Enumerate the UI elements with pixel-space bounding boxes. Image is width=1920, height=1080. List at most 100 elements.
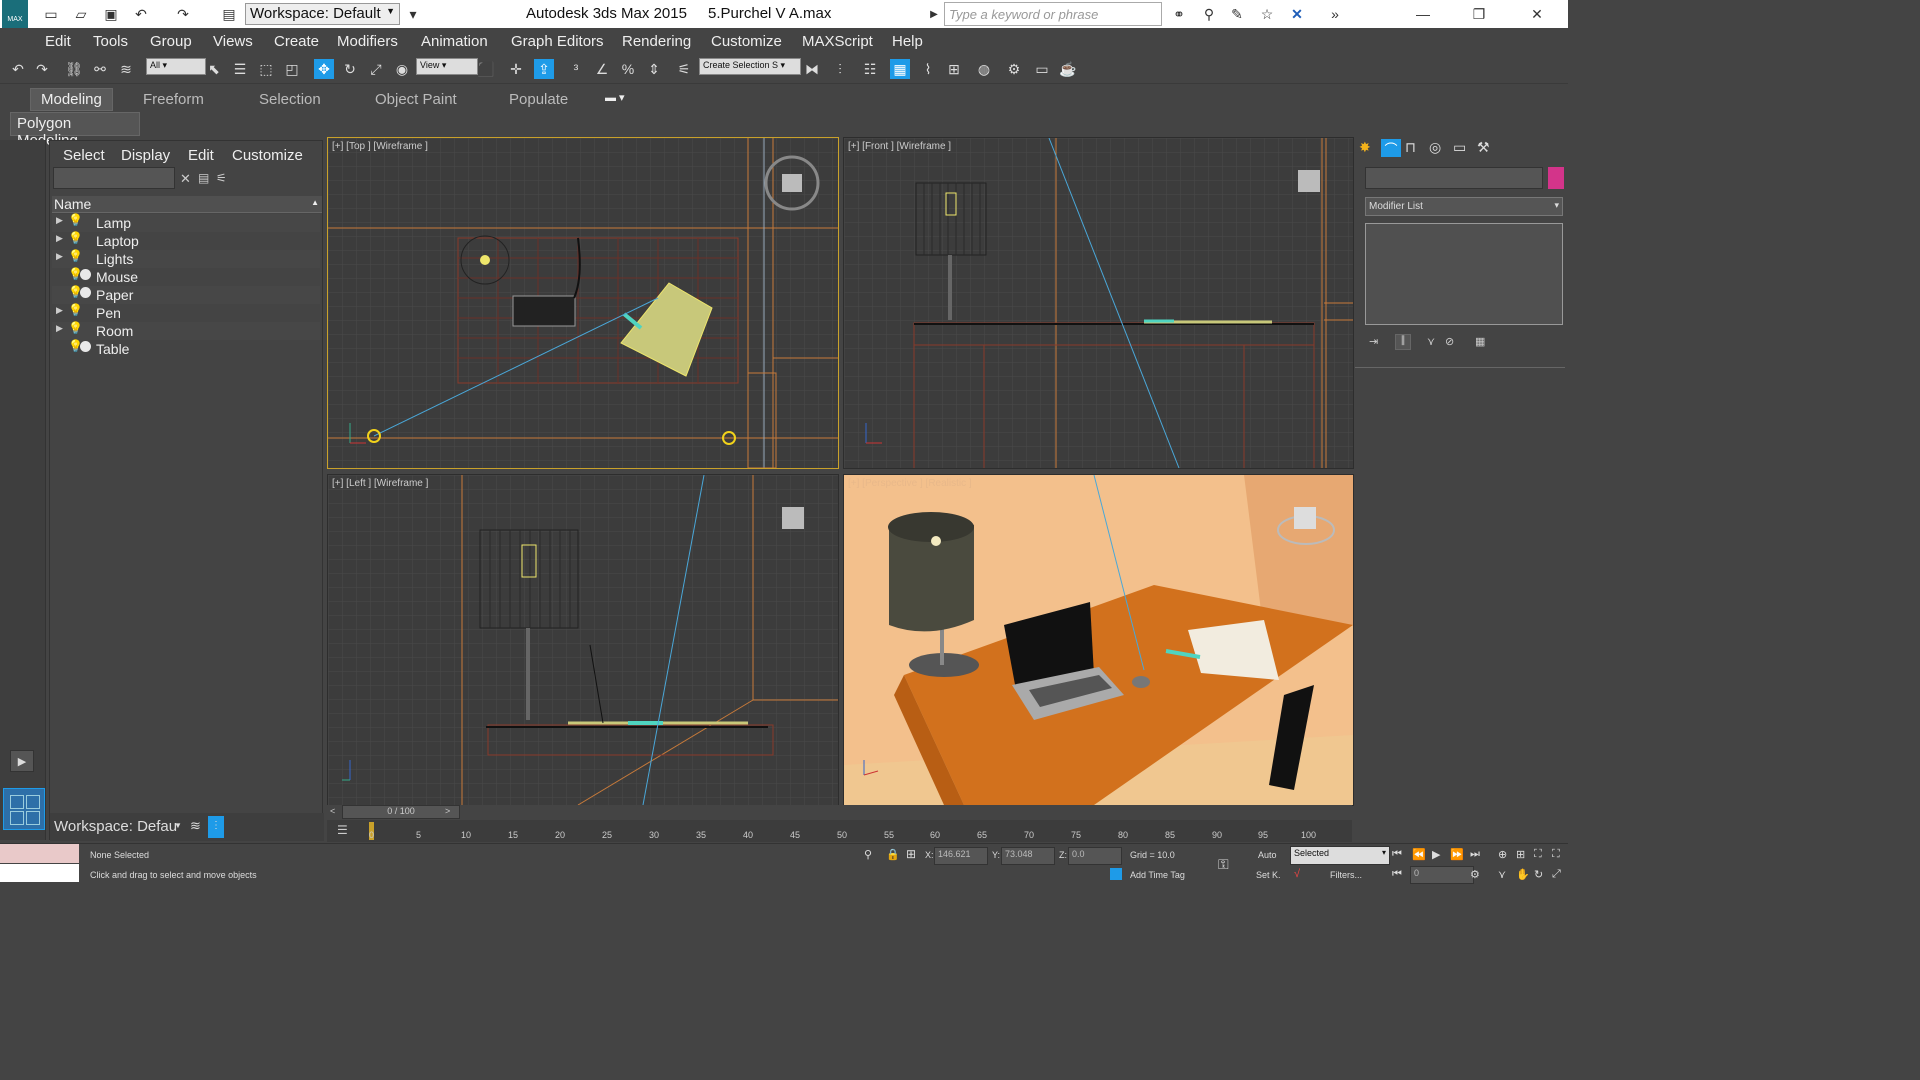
list-item[interactable]: 💡 Table <box>52 339 320 358</box>
object-color-swatch[interactable] <box>1548 167 1564 189</box>
clear-search-icon[interactable]: ✕ <box>180 171 191 187</box>
modify-tab-icon[interactable]: ⌒ <box>1381 139 1401 157</box>
viewport-front[interactable]: [+] [Front ] [Wireframe ] <box>843 137 1354 469</box>
layer-explorer-icon[interactable]: ☷ <box>860 59 880 79</box>
hierarchy-tab-icon[interactable]: ⊓ <box>1405 139 1416 156</box>
viewport-label[interactable]: [+] [Front ] [Wireframe ] <box>848 141 951 152</box>
expand-icon[interactable]: ▶ <box>56 251 63 262</box>
find-icon[interactable]: ▤ <box>198 171 209 185</box>
align-icon[interactable]: ⫶ <box>830 59 850 79</box>
expand-arrow-icon[interactable]: ▶ <box>925 5 943 23</box>
list-item[interactable]: ▶ 💡 Laptop <box>52 231 320 250</box>
light-bulb-icon[interactable]: 💡 <box>68 231 83 245</box>
menu-group[interactable]: Group <box>150 33 192 50</box>
edit-named-selection-icon[interactable]: ⚟ <box>674 59 694 79</box>
search-input[interactable]: Type a keyword or phrase <box>944 2 1162 26</box>
key-filters-button[interactable]: Filters... <box>1330 870 1362 880</box>
selection-filter-dropdown[interactable]: All ▾ <box>146 58 206 75</box>
zoom-icon[interactable]: ⊕ <box>1498 848 1507 861</box>
goto-start-icon[interactable]: ⏮ <box>1392 848 1402 861</box>
tab-selection[interactable]: Selection <box>259 91 321 108</box>
menu-rendering[interactable]: Rendering <box>622 33 691 50</box>
zoom-extents-all-icon[interactable]: ⛶ <box>1552 848 1560 861</box>
viewport-top[interactable]: [+] [Top ] [Wireframe ] <box>327 137 839 469</box>
move-icon[interactable]: ✥ <box>314 59 334 79</box>
prev-frame-arrow[interactable]: < <box>330 806 335 816</box>
time-config-icon[interactable]: ⚙ <box>1470 868 1480 881</box>
explorer-column-name[interactable]: Name ▲ <box>52 196 322 213</box>
viewport-label[interactable]: [+] [Left ] [Wireframe ] <box>332 478 428 489</box>
layers-icon[interactable]: ≋ <box>190 818 201 834</box>
transform-mode-icon[interactable]: ⊞ <box>906 847 916 861</box>
render-setup-icon[interactable]: ⚙ <box>1004 59 1024 79</box>
hierarchy-icon[interactable]: ⋮ <box>208 816 224 838</box>
key-mode-toggle-icon[interactable]: ⏮ <box>1392 868 1402 881</box>
tab-object-paint[interactable]: Object Paint <box>375 91 457 108</box>
spinner-snap-icon[interactable]: ⇕ <box>644 59 664 79</box>
chevron-down-icon[interactable]: ▼ <box>174 821 182 830</box>
new-scene-icon[interactable]: ▭ <box>42 5 60 23</box>
snaps-toggle-icon[interactable]: ³ <box>566 59 586 79</box>
menu-maxscript[interactable]: MAXScript <box>802 33 873 50</box>
key-filter-dropdown[interactable]: Selected ▾ <box>1290 846 1390 865</box>
goto-end-icon[interactable]: ⏭ <box>1470 848 1480 861</box>
maxscript-listener[interactable] <box>0 844 79 863</box>
expand-icon[interactable]: ▶ <box>56 215 63 226</box>
isolate-icon[interactable]: ⚲ <box>864 848 872 861</box>
key-icon[interactable]: ⚿ <box>1218 856 1229 873</box>
explorer-workspace-dropdown[interactable]: Workspace: Defau ▼ ≋ ⋮ <box>50 813 324 841</box>
list-item[interactable]: 💡 Mouse <box>52 267 320 286</box>
bind-spacewarp-icon[interactable]: ≋ <box>116 59 136 79</box>
menu-views[interactable]: Views <box>213 33 253 50</box>
explorer-search-input[interactable] <box>53 167 175 189</box>
key-tool-icon[interactable]: ⚲ <box>1200 5 1218 23</box>
redo-icon[interactable]: ↷ <box>174 5 192 23</box>
next-frame-arrow[interactable]: > <box>445 806 450 816</box>
ribbon-options-icon[interactable]: ▬ ▾ <box>605 91 625 104</box>
pivot-center-icon[interactable]: ⬛ <box>476 59 496 79</box>
place-icon[interactable]: ◉ <box>392 59 412 79</box>
minimize-icon[interactable]: — <box>1414 5 1432 23</box>
list-item[interactable]: ▶ 💡 Lights <box>52 249 320 268</box>
percent-snap-icon[interactable]: % <box>618 59 638 79</box>
make-unique-icon[interactable]: ⋎ <box>1427 335 1435 348</box>
expand-icon[interactable]: ▶ <box>56 323 63 334</box>
modifier-list-dropdown[interactable]: Modifier List ▾ <box>1365 197 1563 216</box>
menu-create[interactable]: Create <box>274 33 319 50</box>
maxscript-input[interactable] <box>0 864 79 882</box>
zoom-extents-icon[interactable]: ⛶ <box>1534 848 1542 861</box>
menu-customize[interactable]: Customize <box>711 33 782 50</box>
unlink-icon[interactable]: ⚯ <box>90 59 110 79</box>
viewport-perspective[interactable]: [+] [Perspective ] [Realistic ] <box>843 474 1354 806</box>
tab-modeling[interactable]: Modeling <box>30 88 113 111</box>
time-slider-handle[interactable]: 0 / 100 <box>342 805 460 819</box>
mirror-icon[interactable]: ⧓ <box>802 59 822 79</box>
motion-tab-icon[interactable]: ◎ <box>1429 139 1441 156</box>
expand-icon[interactable]: ▶ <box>56 305 63 316</box>
undo-icon[interactable]: ↶ <box>132 5 150 23</box>
panel-polygon-modeling[interactable]: Polygon Modeling <box>10 112 140 149</box>
fov-icon[interactable]: ⋎ <box>1498 868 1506 881</box>
x-coordinate-field[interactable]: 146.621 <box>934 847 988 865</box>
orbit-icon[interactable]: ↻ <box>1534 868 1543 881</box>
workspace-dropdown[interactable]: Workspace: Default ▼ <box>245 3 400 25</box>
menu-tools[interactable]: Tools <box>93 33 128 50</box>
pin-stack-icon[interactable]: ⇥ <box>1369 335 1378 348</box>
scene-explorer-icon[interactable]: ▦ <box>890 59 910 79</box>
menu-edit[interactable]: Edit <box>45 33 71 50</box>
configure-sets-icon[interactable]: ▦ <box>1475 335 1485 348</box>
menu-graph-editors[interactable]: Graph Editors <box>511 33 604 50</box>
schematic-view-icon[interactable]: ⊞ <box>944 59 964 79</box>
light-bulb-icon[interactable]: 💡 <box>68 213 83 227</box>
tab-freeform[interactable]: Freeform <box>143 91 204 108</box>
rendered-frame-icon[interactable]: ▭ <box>1032 59 1052 79</box>
auto-key-button[interactable]: Auto <box>1258 850 1277 860</box>
select-manipulate-icon[interactable]: ✛ <box>506 59 526 79</box>
prev-frame-icon[interactable]: ⏪ <box>1412 848 1426 861</box>
star-icon[interactable]: ☆ <box>1258 5 1276 23</box>
save-icon[interactable]: ▣ <box>102 5 120 23</box>
pan-icon[interactable]: ✋ <box>1516 868 1530 881</box>
modifier-stack[interactable] <box>1365 223 1563 325</box>
close-icon[interactable]: ✕ <box>1528 5 1546 23</box>
window-crossing-icon[interactable]: ◰ <box>282 59 302 79</box>
